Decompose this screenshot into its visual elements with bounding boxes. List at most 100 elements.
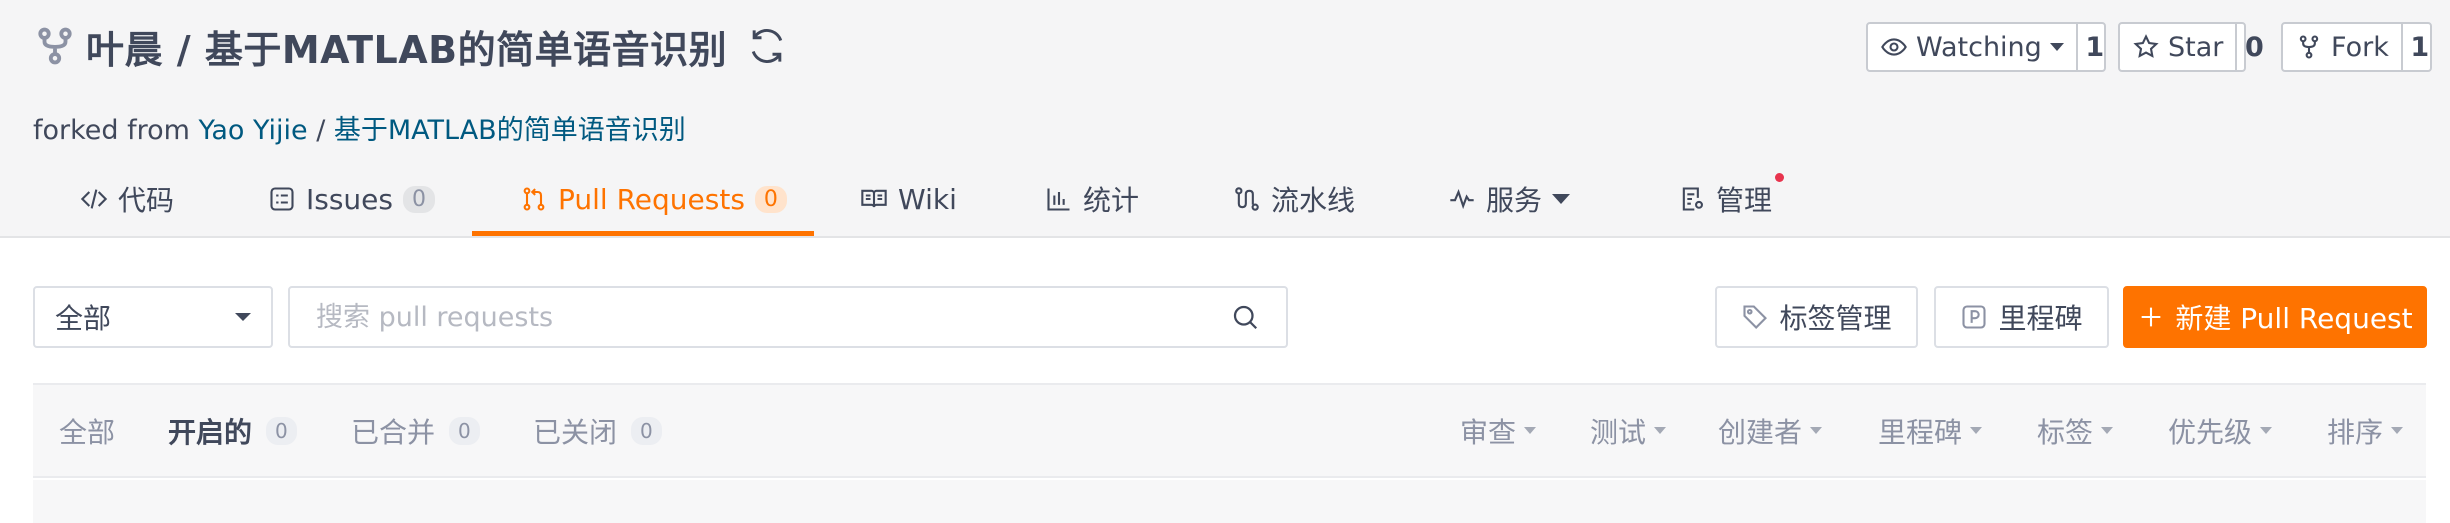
tab-label: 管理 bbox=[1716, 184, 1773, 217]
bar-chart-icon bbox=[1047, 188, 1070, 211]
tab-label: 代码 bbox=[118, 184, 175, 217]
star-button[interactable]: Star bbox=[2120, 24, 2238, 70]
state-label: 全部 bbox=[59, 415, 116, 449]
search-box bbox=[288, 286, 1288, 348]
watch-button[interactable]: Watching bbox=[1868, 24, 2078, 70]
pr-filter-bar: 全部 开启的 0 已合并 0 已关闭 0 审查 测试 创建者 里程碑 标签 优先… bbox=[33, 383, 2426, 478]
chevron-down-icon bbox=[2260, 427, 2273, 434]
tab-stats[interactable]: 统计 bbox=[1045, 160, 1139, 238]
watch-label: Watching bbox=[1916, 31, 2042, 63]
eye-icon bbox=[1881, 38, 1907, 56]
state-label: 已关闭 bbox=[533, 415, 618, 449]
sync-icon[interactable] bbox=[745, 24, 789, 68]
tab-wiki[interactable]: Wiki bbox=[860, 160, 957, 238]
new-pull-request-label: 新建 Pull Request bbox=[2175, 302, 2413, 335]
filter-author[interactable]: 创建者 bbox=[1718, 385, 1823, 476]
tab-label: Pull Requests bbox=[558, 182, 745, 216]
filter-label: 排序 bbox=[2327, 415, 2384, 449]
repo-tabs: 代码 Issues 0 Pull Requests 0 Wiki 统计 流水线 … bbox=[0, 160, 2450, 238]
scope-select-value: 全部 bbox=[55, 302, 112, 335]
repo-title-row: 叶晨 / 基于MATLAB的简单语音识别 bbox=[34, 18, 789, 74]
repo-title-separator: / bbox=[163, 27, 205, 72]
watch-count[interactable]: 1 bbox=[2078, 24, 2112, 70]
filter-sort[interactable]: 排序 bbox=[2327, 385, 2404, 476]
chevron-down-icon bbox=[235, 313, 251, 321]
forked-prefix: forked from bbox=[33, 115, 199, 146]
repo-title[interactable]: 叶晨 / 基于MATLAB的简单语音识别 bbox=[86, 19, 727, 74]
repo-name[interactable]: 基于MATLAB的简单语音识别 bbox=[205, 28, 727, 72]
state-merged[interactable]: 已合并 0 bbox=[351, 385, 480, 476]
issues-count-badge: 0 bbox=[403, 185, 435, 213]
chevron-down-icon bbox=[1970, 427, 1983, 434]
chevron-down-icon bbox=[2101, 427, 2114, 434]
star-count[interactable]: 0 bbox=[2237, 24, 2271, 70]
fork-button-group: Fork 1 bbox=[2281, 22, 2432, 72]
plus-icon bbox=[2142, 307, 2161, 327]
pull-requests-panel: 全部 标签管理 里程碑 新建 Pull Request 全部 开启的 0 已合并… bbox=[0, 238, 2450, 523]
code-icon bbox=[80, 189, 108, 209]
settings-doc-icon bbox=[1682, 187, 1703, 211]
state-count-badge: 0 bbox=[449, 416, 480, 445]
forked-repo-link[interactable]: 基于MATLAB的简单语音识别 bbox=[334, 115, 686, 146]
filter-label[interactable]: 标签 bbox=[2037, 385, 2114, 476]
tag-icon bbox=[1743, 305, 1768, 329]
fork-count[interactable]: 1 bbox=[2403, 24, 2437, 70]
pr-count-badge: 0 bbox=[754, 185, 787, 213]
state-count-badge: 0 bbox=[631, 416, 662, 445]
forked-owner-link[interactable]: Yao Yijie bbox=[199, 115, 308, 146]
filter-reviewer[interactable]: 审查 bbox=[1460, 385, 1537, 476]
filter-priority[interactable]: 优先级 bbox=[2168, 385, 2273, 476]
chevron-down-icon bbox=[1524, 427, 1537, 434]
new-pull-request-button[interactable]: 新建 Pull Request bbox=[2123, 286, 2427, 348]
state-count-badge: 0 bbox=[266, 416, 297, 445]
star-label: Star bbox=[2168, 31, 2224, 63]
scope-select[interactable]: 全部 bbox=[33, 286, 273, 348]
filter-label: 里程碑 bbox=[1878, 415, 1963, 449]
milestone-icon bbox=[1962, 305, 1987, 329]
book-icon bbox=[861, 189, 887, 208]
fork-small-icon bbox=[2299, 35, 2319, 59]
state-all[interactable]: 全部 bbox=[59, 385, 115, 476]
filter-label: 审查 bbox=[1460, 415, 1517, 449]
star-icon bbox=[2133, 34, 2159, 58]
issues-icon bbox=[270, 187, 294, 211]
search-input[interactable] bbox=[316, 301, 1230, 333]
state-label: 开启的 bbox=[168, 415, 253, 449]
chevron-down-icon bbox=[2391, 427, 2404, 434]
chevron-down-icon bbox=[2049, 43, 2064, 51]
filter-milestone[interactable]: 里程碑 bbox=[1878, 385, 1983, 476]
chevron-down-icon bbox=[1654, 427, 1667, 434]
tab-manage[interactable]: 管理 bbox=[1678, 160, 1772, 238]
star-button-group: Star 0 bbox=[2118, 22, 2264, 72]
tab-label: 服务 bbox=[1486, 184, 1543, 217]
tab-services[interactable]: 服务 bbox=[1448, 160, 1571, 238]
fork-icon bbox=[38, 27, 72, 65]
state-closed[interactable]: 已关闭 0 bbox=[533, 385, 662, 476]
pipeline-icon bbox=[1235, 187, 1259, 211]
tab-label: Issues bbox=[306, 182, 393, 216]
forked-from: forked from Yao Yijie / 基于MATLAB的简单语音识别 bbox=[33, 108, 686, 147]
tab-pipeline[interactable]: 流水线 bbox=[1233, 160, 1355, 238]
tab-label: Wiki bbox=[898, 182, 957, 216]
search-icon[interactable] bbox=[1230, 302, 1260, 332]
labels-manage-button[interactable]: 标签管理 bbox=[1715, 286, 1918, 348]
tab-label: 流水线 bbox=[1271, 184, 1356, 217]
filter-label: 创建者 bbox=[1718, 415, 1803, 449]
chevron-down-icon bbox=[1552, 194, 1571, 204]
pulse-icon bbox=[1450, 189, 1474, 210]
filter-tester[interactable]: 测试 bbox=[1590, 385, 1667, 476]
notification-dot bbox=[1775, 173, 1784, 182]
chevron-down-icon bbox=[1810, 427, 1823, 434]
filter-label: 测试 bbox=[1590, 415, 1647, 449]
tab-issues[interactable]: Issues 0 bbox=[268, 160, 435, 238]
tab-pull-requests[interactable]: Pull Requests 0 bbox=[520, 160, 787, 238]
milestones-label: 里程碑 bbox=[1998, 302, 2083, 335]
tab-code[interactable]: 代码 bbox=[80, 160, 174, 238]
repo-owner[interactable]: 叶晨 bbox=[86, 28, 163, 72]
pr-list-area bbox=[33, 480, 2426, 523]
fork-label: Fork bbox=[2331, 31, 2389, 63]
fork-button[interactable]: Fork bbox=[2283, 24, 2403, 70]
state-open[interactable]: 开启的 0 bbox=[168, 385, 297, 476]
milestones-button[interactable]: 里程碑 bbox=[1934, 286, 2109, 348]
repo-header: 叶晨 / 基于MATLAB的简单语音识别 forked from Yao Yij… bbox=[0, 0, 2450, 238]
